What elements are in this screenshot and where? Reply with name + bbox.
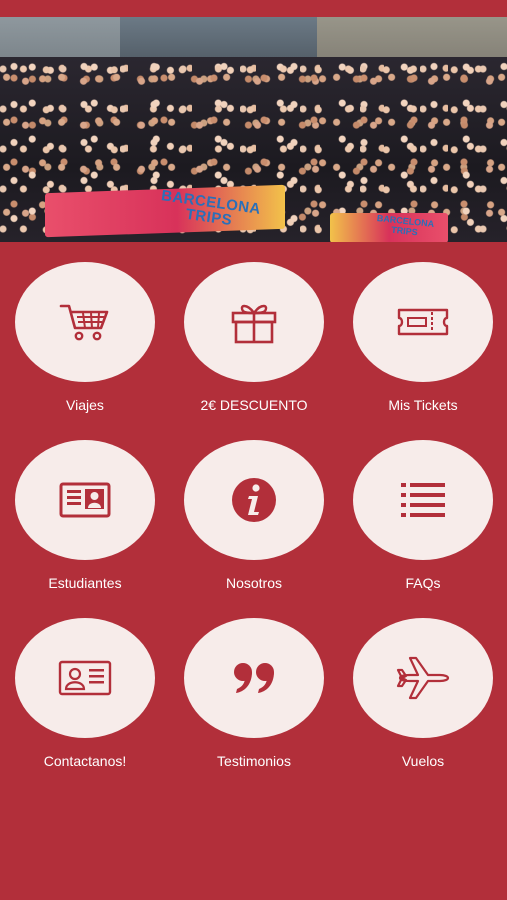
id-card-icon (59, 482, 111, 518)
menu-item-faqs-circle[interactable] (353, 440, 493, 560)
contact-card-icon (58, 660, 112, 696)
menu-item-estudiantes[interactable]: Estudiantes (15, 440, 155, 600)
menu-item-faqs[interactable]: FAQs (353, 440, 493, 600)
quote-icon (234, 663, 274, 693)
menu-item-contactanos-label: Contactanos! (43, 753, 127, 769)
hero-photo: BARCELONA TRIPS BARCELONA TRIPS (0, 17, 507, 242)
menu-item-viajes[interactable]: Viajes (15, 262, 155, 422)
menu-item-mis-tickets-label: Mis Tickets (388, 397, 458, 413)
menu-item-descuento-circle[interactable] (184, 262, 324, 382)
list-icon (401, 483, 445, 517)
menu-item-testimonios-circle[interactable] (184, 618, 324, 738)
menu-item-estudiantes-label: Estudiantes (48, 575, 122, 591)
info-icon (232, 478, 276, 522)
menu-item-testimonios-label: Testimonios (217, 753, 291, 769)
gift-icon (231, 304, 277, 344)
ticket-icon (397, 308, 449, 336)
app-screen: BARCELONA TRIPS BARCELONA TRIPS Viajes 2… (0, 0, 507, 900)
menu-item-vuelos[interactable]: Vuelos (353, 618, 493, 778)
menu-item-vuelos-circle[interactable] (353, 618, 493, 738)
shopping-cart-icon (59, 304, 109, 341)
menu-item-faqs-label: FAQs (405, 575, 441, 591)
menu-item-nosotros[interactable]: Nosotros (184, 440, 324, 600)
menu-item-mis-tickets[interactable]: Mis Tickets (353, 262, 493, 422)
menu-item-testimonios[interactable]: Testimonios (184, 618, 324, 778)
menu-item-viajes-label: Viajes (66, 397, 104, 413)
menu-item-estudiantes-circle[interactable] (15, 440, 155, 560)
menu-item-contactanos[interactable]: Contactanos! (15, 618, 155, 778)
menu-item-vuelos-label: Vuelos (401, 753, 445, 769)
menu-item-descuento[interactable]: 2€ DESCUENTO (184, 262, 324, 422)
menu-item-viajes-circle[interactable] (15, 262, 155, 382)
menu-item-nosotros-label: Nosotros (225, 575, 283, 591)
menu-item-mis-tickets-circle[interactable] (353, 262, 493, 382)
menu-item-nosotros-circle[interactable] (184, 440, 324, 560)
menu-item-descuento-label: 2€ DESCUENTO (200, 397, 308, 413)
airplane-icon (396, 656, 450, 700)
status-bar (0, 0, 507, 17)
menu-item-contactanos-circle[interactable] (15, 618, 155, 738)
